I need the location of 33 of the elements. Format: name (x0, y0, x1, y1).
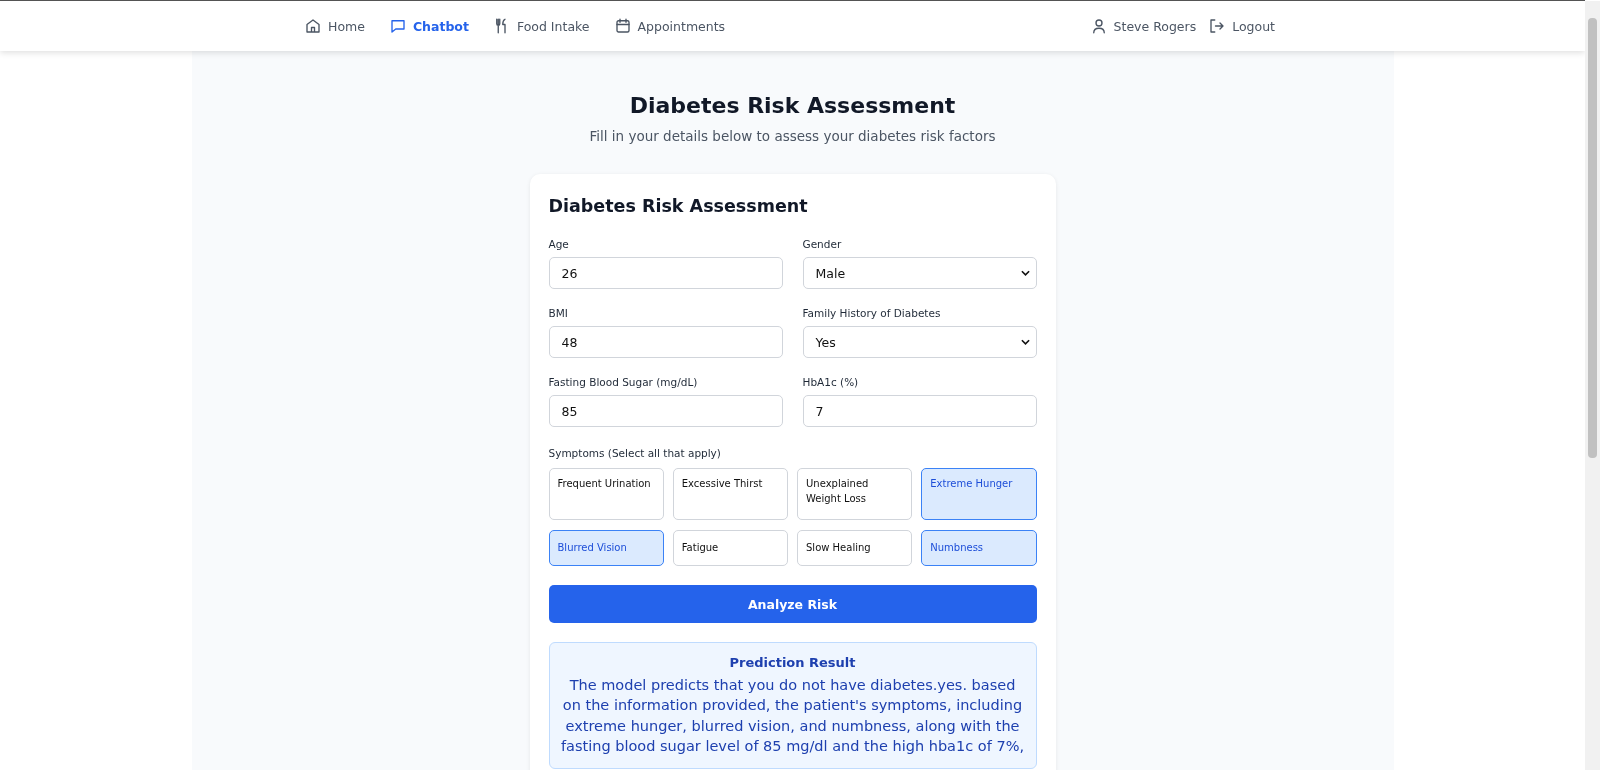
symptom-option[interactable]: Unexplained Weight Loss (797, 468, 913, 520)
input-field[interactable]: 26 (548, 257, 783, 289)
nav-link[interactable]: Home (304, 17, 365, 35)
result-text: The model predicts that you do not have diabetes.yes. based on the information provided, the patient's symptoms, including extreme hunger, blurred vision, and numbness, along with the fasting blood sugar level of 85 mg/dl and the high hba1c of 7%, (559, 676, 1025, 756)
symptom-option[interactable]: Fatigue (672, 530, 788, 566)
symptom-option[interactable]: Extreme Hunger (921, 468, 1037, 520)
dropdown[interactable]: Yes (802, 326, 1037, 358)
field-label: Age (548, 238, 570, 250)
field-label: Fasting Blood Sugar (mg/dL) (548, 376, 699, 388)
field-label: HbA1c (%) (802, 376, 860, 388)
user-name: Steve Rogers (1089, 17, 1197, 35)
nav-link[interactable]: Appointments (613, 17, 726, 35)
symptom-option[interactable]: Numbness (921, 530, 1037, 566)
field-label: BMI (548, 307, 569, 319)
form-title: Diabetes Risk Assessment (548, 196, 809, 216)
analyze-risk-button[interactable]: Analyze Risk (548, 585, 1037, 623)
symptom-option[interactable]: Blurred Vision (548, 530, 664, 566)
nav-link[interactable]: Food Intake (492, 17, 590, 35)
page-title: Diabetes Risk Assessment (629, 93, 956, 118)
symptom-option[interactable]: Frequent Urination (548, 468, 664, 520)
result-title: Prediction Result (728, 655, 857, 670)
input-field[interactable]: 85 (548, 395, 783, 427)
field-label: Symptoms (Select all that apply) (548, 447, 722, 459)
page-subtitle: Fill in your details below to assess your diabetes risk factors (589, 128, 996, 144)
field-label: Gender (802, 238, 843, 250)
symptom-option[interactable]: Excessive Thirst (672, 468, 788, 520)
input-field[interactable]: 48 (548, 326, 783, 358)
input-field[interactable]: 7 (802, 395, 1037, 427)
logout-link[interactable]: Logout (1208, 17, 1275, 35)
field-label: Family History of Diabetes (802, 307, 942, 319)
symptom-option[interactable]: Slow Healing (797, 530, 913, 566)
nav-link[interactable]: Chatbot (388, 17, 469, 35)
dropdown[interactable]: Male (802, 257, 1037, 289)
